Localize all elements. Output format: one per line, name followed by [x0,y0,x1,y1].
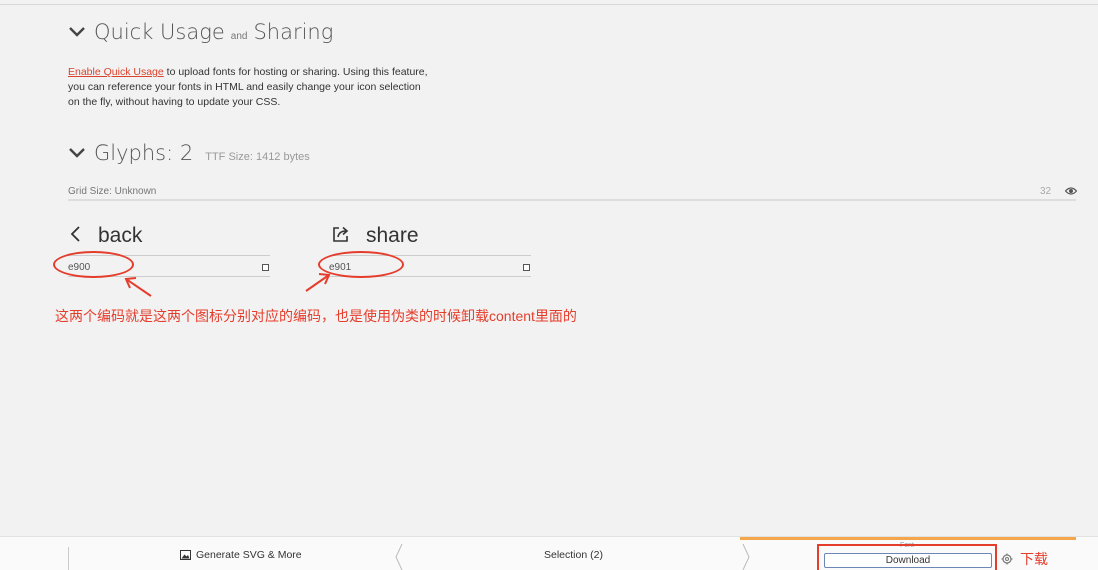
footer-separator-icon [395,543,403,570]
quick-usage-title: Quick Usage [94,20,225,44]
selection-tab[interactable]: Selection (2) [544,549,603,561]
generate-svg-button[interactable]: Generate SVG & More [180,549,302,561]
quick-usage-header[interactable]: Quick Usage and Sharing [68,20,333,44]
top-divider [0,4,1098,5]
chevron-down-icon [69,27,85,37]
quick-usage-sharing: Sharing [253,20,334,44]
glyph-select-checkbox[interactable] [523,264,530,271]
footer-active-indicator [740,537,1076,540]
chevron-down-icon [69,148,85,158]
annotation-download-box [817,544,997,570]
share-icon [333,226,349,242]
glyph-name: share [366,224,419,247]
image-icon [180,550,191,560]
annotation-ellipse [318,251,404,278]
enable-quick-usage-link[interactable]: Enable Quick Usage [68,66,164,78]
footer-separator-icon [742,543,750,570]
grid-divider [68,199,1076,201]
grid-size-label: Grid Size: Unknown [68,186,157,197]
glyph-name: back [98,224,143,247]
footer-left-divider [68,547,69,570]
gear-icon[interactable] [1001,553,1013,565]
glyph-select-checkbox[interactable] [262,264,269,271]
glyphs-header[interactable]: Glyphs: 2 TTF Size: 1412 bytes [68,141,310,165]
glyphs-title: Glyphs: 2 [94,141,194,165]
grid-size-value[interactable]: 32 [1040,186,1051,197]
ttf-size: TTF Size: 1412 bytes [205,151,310,163]
quick-usage-description: Enable Quick Usage to upload fonts for h… [68,65,428,110]
annotation-download-note: 下载 [1020,551,1048,567]
generate-svg-label: Generate SVG & More [196,549,302,561]
eye-icon[interactable] [1065,186,1077,196]
quick-usage-and: and [230,31,248,42]
annotation-glyph-note: 这两个编码就是这两个图标分别对应的编码，也是使用伪类的时候卸载content里面… [55,308,577,324]
footer-bar: Generate SVG & More Selection (2) Font D… [0,536,1098,570]
annotation-ellipse [53,251,134,278]
chevron-left-icon [70,226,80,242]
